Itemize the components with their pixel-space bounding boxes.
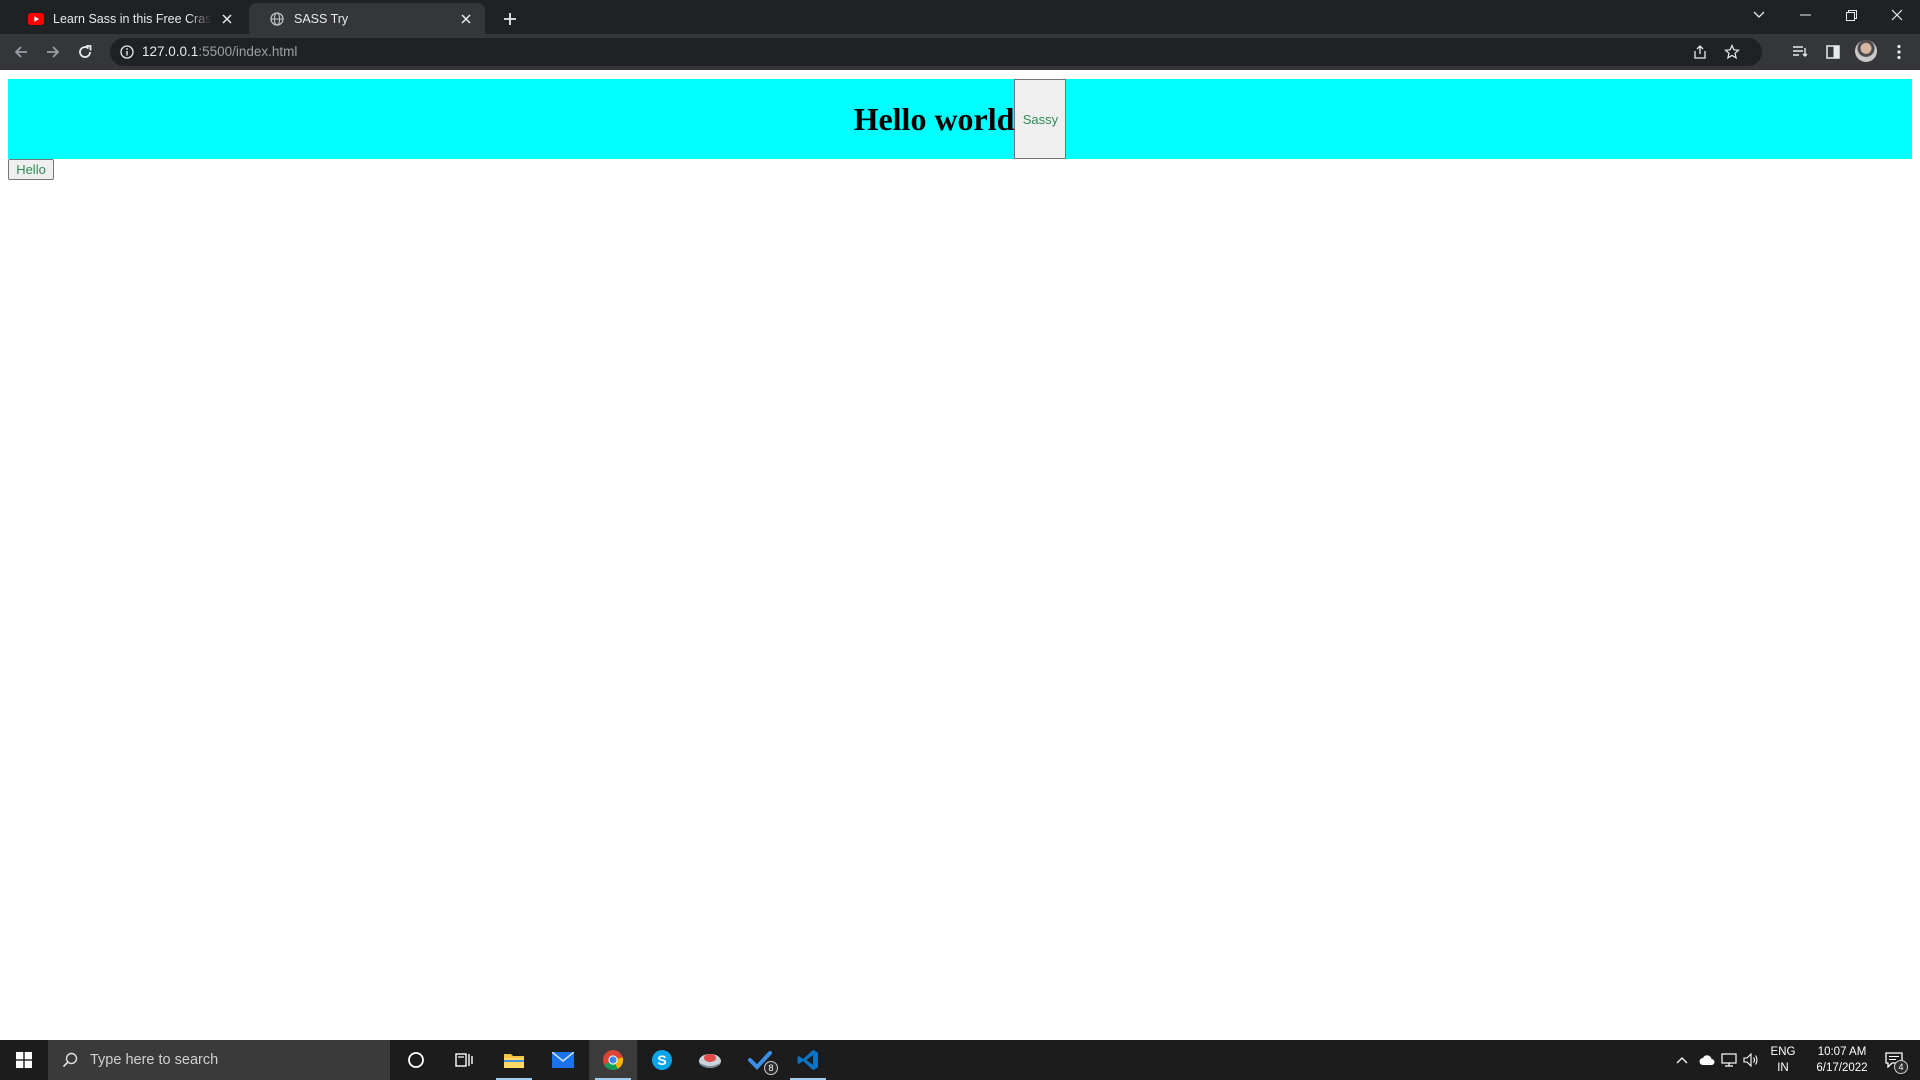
notification-count: 4 bbox=[1894, 1060, 1908, 1074]
app-icon bbox=[699, 1054, 721, 1068]
chevron-down-icon bbox=[1753, 11, 1765, 18]
chrome-button[interactable] bbox=[589, 1040, 637, 1080]
windows-logo-icon bbox=[16, 1052, 32, 1068]
network-button[interactable] bbox=[1718, 1040, 1740, 1080]
speaker-icon bbox=[1743, 1053, 1758, 1067]
mail-icon bbox=[552, 1052, 574, 1068]
reload-button[interactable] bbox=[71, 38, 99, 66]
search-placeholder: Type here to search bbox=[90, 1052, 219, 1068]
language-code: ENG bbox=[1770, 1046, 1796, 1058]
cortana-button[interactable] bbox=[392, 1040, 440, 1080]
taskbar-search-box[interactable]: Type here to search bbox=[48, 1040, 390, 1080]
hello-button[interactable]: Hello bbox=[8, 159, 54, 180]
page-viewport: Hello world Sassy Hello bbox=[0, 70, 1920, 1040]
reading-list-icon bbox=[1793, 46, 1808, 57]
tab-sass-try[interactable]: SASS Try bbox=[249, 3, 485, 34]
new-tab-button[interactable] bbox=[496, 5, 524, 33]
more-vert-icon bbox=[1897, 44, 1901, 60]
tab-search-button[interactable] bbox=[1736, 0, 1782, 30]
reading-list-button[interactable] bbox=[1786, 38, 1814, 66]
browser-tab-strip: Learn Sass in this Free Crash Course SAS… bbox=[0, 0, 1920, 34]
vscode-button[interactable] bbox=[784, 1040, 832, 1080]
side-panel-icon bbox=[1826, 45, 1840, 59]
tab-title: Learn Sass in this Free Crash Course bbox=[53, 11, 212, 26]
volume-button[interactable] bbox=[1740, 1040, 1762, 1080]
cortana-circle-icon bbox=[408, 1052, 424, 1068]
vscode-icon bbox=[797, 1050, 818, 1070]
todo-badge: 8 bbox=[764, 1061, 778, 1075]
sassy-button[interactable]: Sassy bbox=[1014, 79, 1067, 159]
restore-icon bbox=[1845, 9, 1857, 21]
chrome-icon bbox=[603, 1050, 624, 1070]
back-button[interactable] bbox=[7, 38, 35, 66]
menu-button[interactable] bbox=[1885, 38, 1913, 66]
search-icon bbox=[62, 1052, 78, 1068]
close-tab-icon[interactable] bbox=[218, 10, 236, 28]
region-code: IN bbox=[1777, 1062, 1789, 1074]
folder-icon bbox=[504, 1054, 524, 1068]
side-panel-button[interactable] bbox=[1819, 38, 1847, 66]
info-icon[interactable] bbox=[118, 43, 136, 61]
url-path: :5500/index.html bbox=[198, 44, 298, 59]
page-heading: Hello world bbox=[853, 100, 1015, 137]
url-host: 127.0.0.1 bbox=[142, 44, 199, 59]
share-icon[interactable] bbox=[1690, 42, 1710, 62]
onedrive-button[interactable] bbox=[1696, 1040, 1718, 1080]
tab-learn-sass[interactable]: Learn Sass in this Free Crash Course bbox=[8, 3, 246, 34]
action-center-button[interactable]: 4 bbox=[1872, 1040, 1916, 1080]
restore-button[interactable] bbox=[1828, 0, 1874, 30]
close-tab-icon[interactable] bbox=[457, 10, 475, 28]
file-explorer-button[interactable] bbox=[490, 1040, 538, 1080]
forward-button[interactable] bbox=[39, 38, 67, 66]
todo-button[interactable]: 8 bbox=[736, 1040, 784, 1080]
plus-icon bbox=[504, 13, 516, 25]
profile-avatar[interactable] bbox=[1855, 40, 1877, 62]
arrow-right-icon bbox=[47, 46, 60, 58]
browser-toolbar: 127.0.0.1:5500/index.html bbox=[0, 34, 1920, 70]
svg-text:S: S bbox=[657, 1052, 666, 1068]
input-language-button[interactable]: ENG IN bbox=[1764, 1040, 1802, 1080]
close-window-button[interactable] bbox=[1874, 0, 1920, 30]
show-hidden-icons-button[interactable] bbox=[1672, 1040, 1692, 1080]
skype-icon: S bbox=[652, 1050, 672, 1070]
mail-button[interactable] bbox=[539, 1040, 587, 1080]
chevron-up-icon bbox=[1676, 1057, 1688, 1064]
close-icon bbox=[1891, 9, 1903, 21]
address-url[interactable]: 127.0.0.1:5500/index.html bbox=[142, 38, 297, 66]
address-bar[interactable]: 127.0.0.1:5500/index.html bbox=[110, 38, 1762, 66]
minimize-button[interactable] bbox=[1782, 0, 1828, 30]
clock-button[interactable]: 10:07 AM 6/17/2022 bbox=[1804, 1040, 1880, 1080]
arrow-left-icon bbox=[14, 46, 27, 58]
start-button[interactable] bbox=[0, 1040, 48, 1080]
network-icon bbox=[1721, 1053, 1737, 1067]
task-view-button[interactable] bbox=[440, 1040, 488, 1080]
globe-icon bbox=[269, 11, 285, 27]
page-header: Hello world Sassy bbox=[8, 79, 1912, 159]
task-view-icon bbox=[455, 1053, 473, 1067]
cloud-icon bbox=[1699, 1055, 1715, 1065]
clock-time: 10:07 AM bbox=[1817, 1046, 1867, 1058]
bookmark-star-icon[interactable] bbox=[1722, 42, 1742, 62]
minimize-icon bbox=[1799, 14, 1811, 16]
app-button[interactable] bbox=[686, 1040, 734, 1080]
youtube-icon bbox=[28, 11, 44, 27]
windows-taskbar: Type here to search S 8 ENG IN 10:07 AM … bbox=[0, 1040, 1920, 1080]
skype-button[interactable]: S bbox=[638, 1040, 686, 1080]
tab-title: SASS Try bbox=[294, 11, 349, 26]
reload-icon bbox=[79, 45, 92, 58]
clock-date: 6/17/2022 bbox=[1816, 1062, 1868, 1074]
